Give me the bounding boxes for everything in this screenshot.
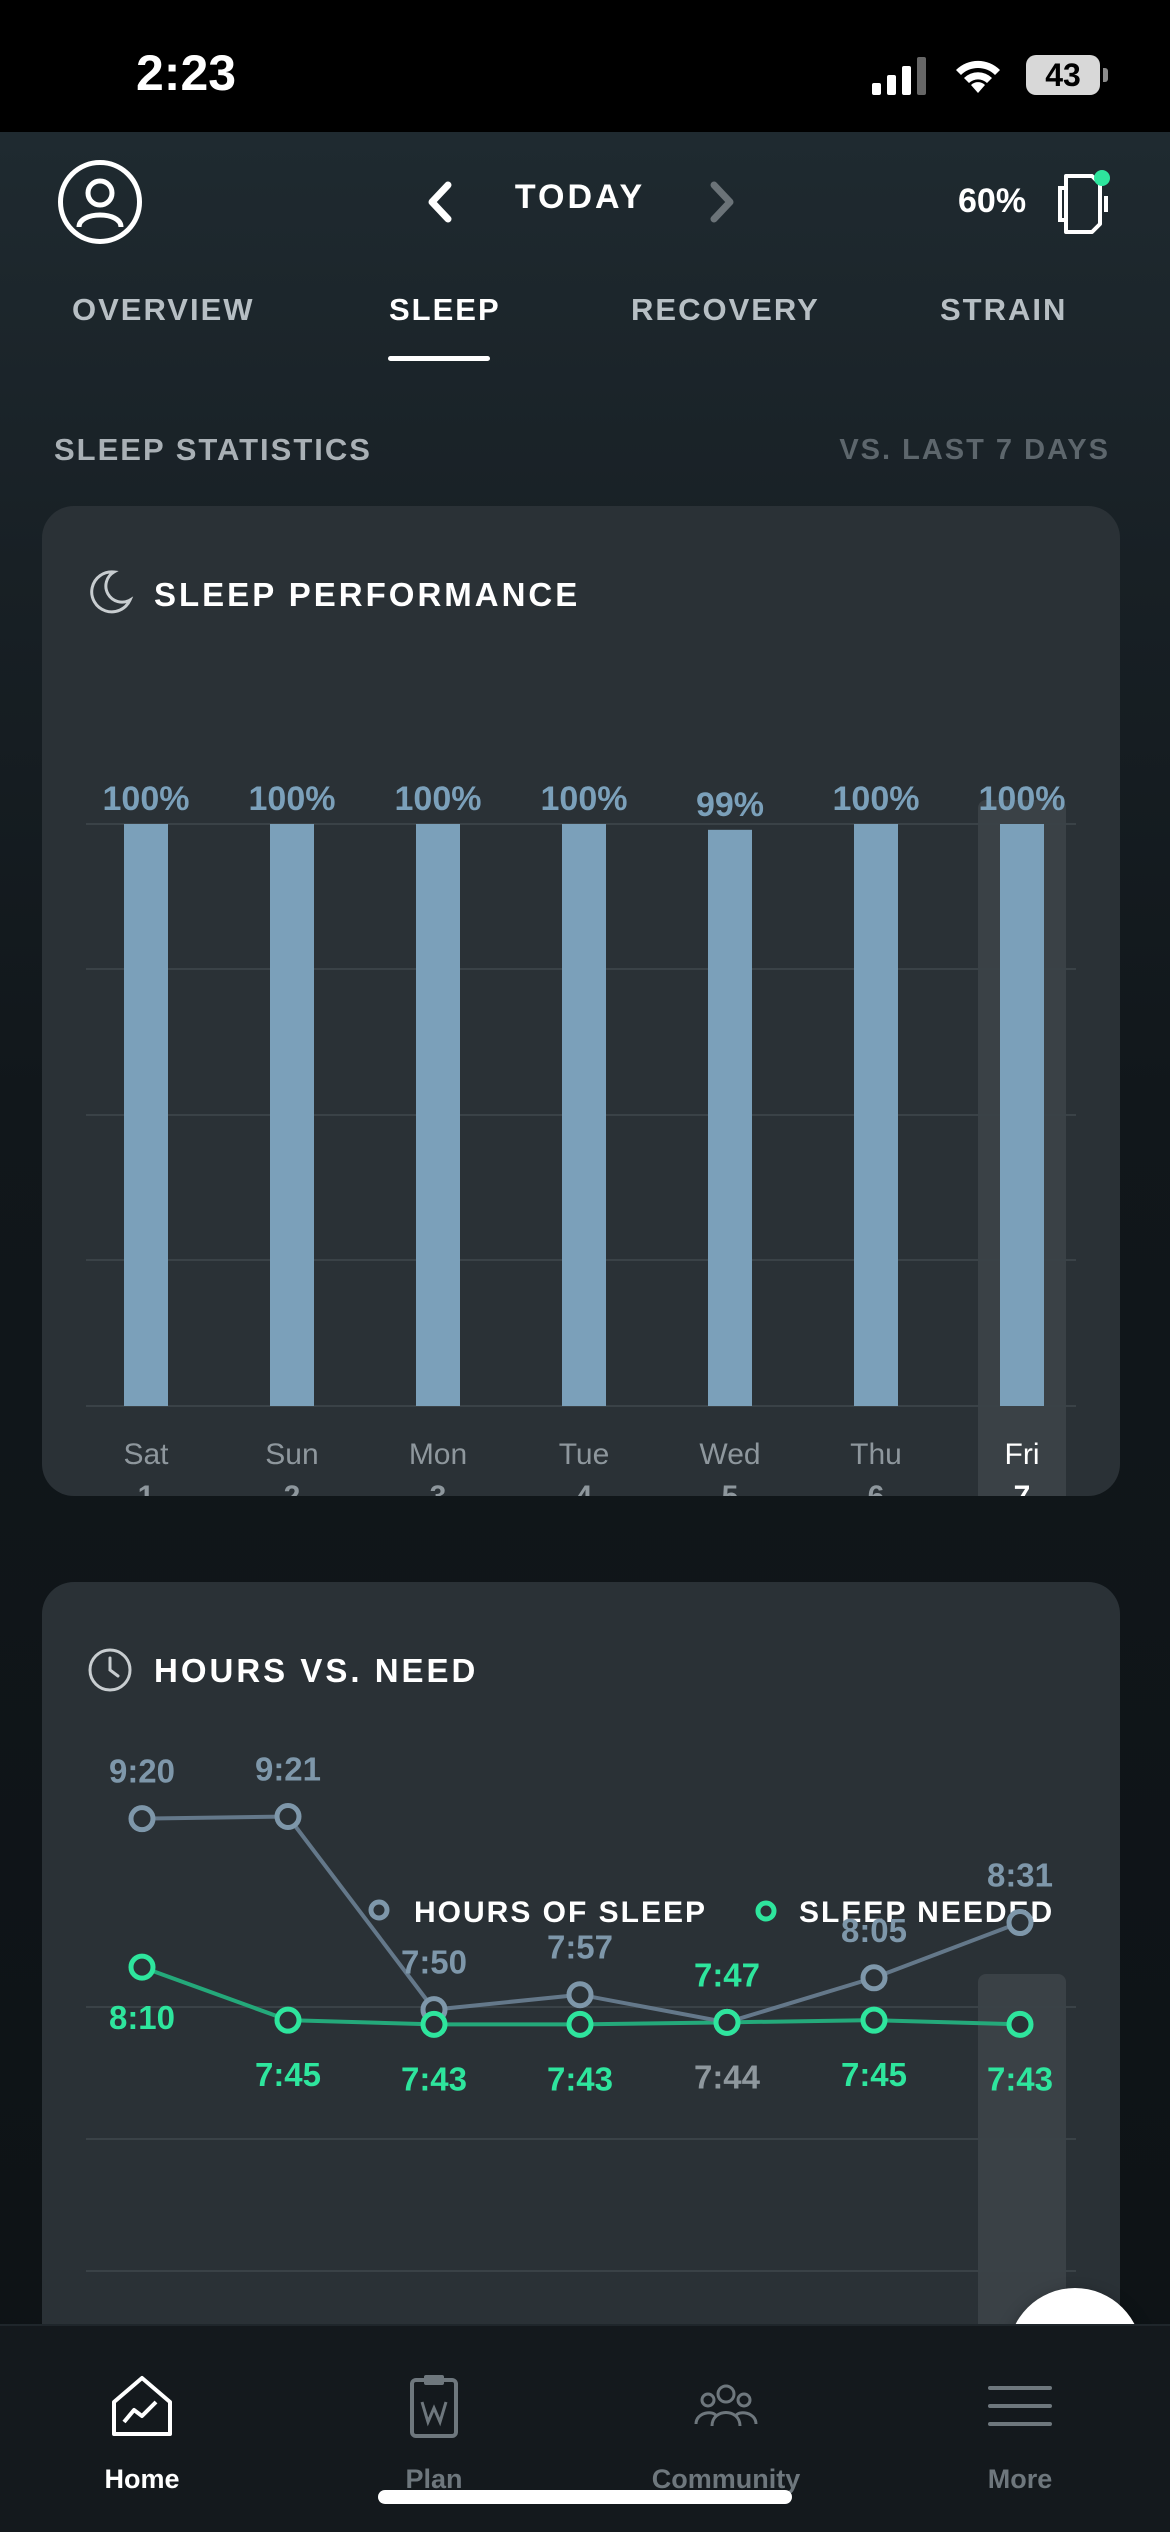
sleep-performance-card[interactable]: 100% Sat 1 100% Sun 2 100% Mon 3 100% Tue 4 99% Wed 5 1… [42, 506, 1120, 1496]
bar-value-label: 100% [395, 780, 482, 818]
sleep-performance-title: SLEEP PERFORMANCE [154, 576, 581, 613]
hours-point [1006, 1909, 1034, 1937]
bar-value-label: 99% [696, 786, 764, 824]
battery-icon: 43 [1026, 55, 1108, 95]
tab-recovery[interactable]: RECOVERY [631, 292, 820, 328]
hours-value-label: 9:20 [109, 1753, 175, 1790]
profile-button[interactable] [58, 160, 142, 244]
hours-value-label: 8:05 [841, 1912, 907, 1949]
date-label: 3 [430, 1480, 447, 1496]
date-label: 4 [576, 1480, 593, 1496]
active-tab-indicator [388, 356, 490, 361]
needed-value-label: 7:43 [547, 2060, 613, 2097]
hours-point [566, 1981, 594, 2009]
menu-icon [988, 2386, 1052, 2426]
bar-value-label: 100% [103, 780, 190, 818]
day-label: Sat [123, 1438, 169, 1471]
bar-sat [124, 824, 168, 1406]
strap-device-icon[interactable] [1052, 168, 1116, 240]
needed-point [420, 2010, 448, 2038]
bar-value-label: 100% [833, 780, 920, 818]
tab-strain[interactable]: STRAIN [940, 292, 1067, 328]
moon-icon [90, 570, 134, 614]
day-label: Wed [699, 1438, 760, 1471]
nav-more[interactable]: More [920, 2326, 1120, 2506]
hours-value-label: 7:57 [547, 1929, 613, 1966]
app-screen: TODAY 60% OVERVIEW SLEEP RECOVERY STRAIN… [0, 132, 1170, 2532]
home-chart-icon [112, 2376, 172, 2436]
bar-sun [270, 824, 314, 1406]
bar-value-label: 100% [979, 780, 1066, 818]
needed-point [274, 2006, 302, 2034]
tab-overview[interactable]: OVERVIEW [72, 292, 255, 328]
device-battery-percent: 60% [958, 182, 1027, 220]
previous-day-arrow-icon[interactable] [420, 177, 460, 227]
bar-wed [708, 829, 752, 1406]
signal-icon [872, 57, 926, 95]
nav-home[interactable]: Home [42, 2326, 242, 2506]
top-nav: TODAY 60% [0, 132, 1170, 272]
needed-point [566, 2010, 594, 2038]
needed-point [713, 2008, 741, 2036]
day-label: Mon [409, 1438, 467, 1471]
hours-vs-need-title: HOURS VS. NEED [154, 1652, 479, 1689]
hours-value-label: 7:50 [401, 1944, 467, 1981]
hours-point [860, 1964, 888, 1992]
needed-extra-label: 7:47 [694, 1956, 760, 1993]
date-label: 6 [868, 1480, 885, 1496]
needed-point [860, 2006, 888, 2034]
next-day-arrow-icon[interactable] [702, 177, 742, 227]
profile-icon [76, 178, 124, 228]
day-label: Tue [559, 1438, 610, 1471]
needed-value-label: 7:43 [401, 2060, 467, 2097]
tab-sleep[interactable]: SLEEP [389, 292, 501, 328]
section-title: SLEEP STATISTICS [54, 432, 372, 467]
home-indicator [378, 2490, 792, 2504]
date-title: TODAY [514, 178, 646, 216]
hours-point [274, 1802, 302, 1830]
sleep-performance-chart: 100% Sat 1 100% Sun 2 100% Mon 3 100% Tue 4 99% Wed 5 1… [86, 780, 1076, 1496]
bar-thu [854, 824, 898, 1406]
legend-hours-label: HOURS OF SLEEP [414, 1896, 707, 1929]
status-bar: 2:23 43 [0, 0, 1170, 132]
bar-mon [416, 824, 460, 1406]
clock-icon [88, 1648, 132, 1692]
date-label: 2 [284, 1480, 301, 1496]
needed-value-label: 8:10 [109, 1999, 175, 2036]
nav-more-label: More [987, 2464, 1053, 2494]
legend-hours-marker [368, 1899, 390, 1921]
comparison-range-selector[interactable]: VS. LAST 7 DAYS [839, 434, 1110, 467]
wifi-icon [956, 60, 1000, 93]
clipboard-icon [410, 2375, 458, 2438]
tab-bar: OVERVIEW SLEEP RECOVERY STRAIN [0, 292, 1170, 372]
hours-value-label: 9:21 [255, 1750, 321, 1787]
hours-value-label: 8:31 [987, 1857, 1053, 1894]
needed-point [128, 1953, 156, 1981]
date-label: 7 [1014, 1480, 1031, 1496]
status-icons: 43 [870, 52, 1108, 98]
status-time: 2:23 [136, 45, 237, 101]
bar-value-label: 100% [249, 780, 336, 818]
bar-tue [562, 824, 606, 1406]
nav-community[interactable]: Community [626, 2326, 826, 2506]
hours-point [128, 1805, 156, 1833]
nav-plan[interactable]: Plan [334, 2326, 534, 2506]
day-label: Thu [850, 1438, 902, 1471]
people-icon [694, 2384, 758, 2427]
nav-home-label: Home [104, 2464, 180, 2494]
needed-point [1006, 2010, 1034, 2038]
bar-value-label: 100% [541, 780, 628, 818]
date-label: 5 [722, 1480, 739, 1496]
day-label: Fri [1005, 1438, 1040, 1471]
needed-value-label: 7:43 [987, 2060, 1053, 2097]
needed-value-label: 7:45 [841, 2056, 907, 2093]
legend-needed-marker [755, 1900, 777, 1922]
needed-value-label: 7:45 [255, 2056, 321, 2093]
needed-value-label: 7:44 [694, 2058, 761, 2095]
date-label: 1 [138, 1480, 155, 1496]
bar-fri [1000, 824, 1044, 1406]
day-label: Sun [265, 1438, 318, 1471]
